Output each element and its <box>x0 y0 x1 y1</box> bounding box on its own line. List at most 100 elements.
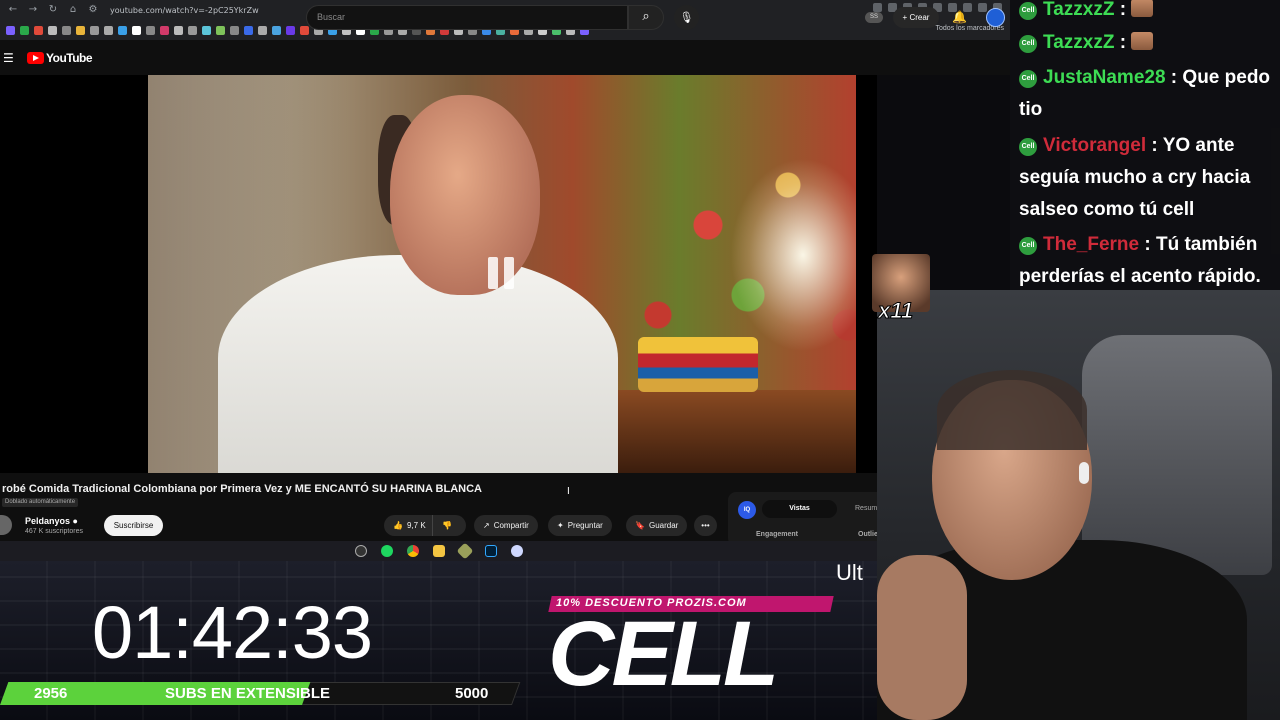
chat-message: Cell TazzxzZ : <box>1019 0 1275 26</box>
chat-username[interactable]: The_Ferne <box>1043 234 1139 255</box>
youtube-play-icon <box>27 52 44 64</box>
photoshop-icon[interactable] <box>484 545 497 557</box>
share-button[interactable]: ↗ Compartir <box>474 515 538 536</box>
bookmark-icon[interactable] <box>258 25 267 35</box>
engagement-label: Engagement <box>756 531 799 538</box>
reload-icon[interactable]: ↻ <box>46 3 60 17</box>
bookmark-icon[interactable] <box>272 25 281 35</box>
chat-username[interactable]: TazzxzZ <box>1043 0 1114 20</box>
chat-message: Cell TazzxzZ : <box>1019 27 1275 59</box>
app-icon[interactable] <box>456 542 473 560</box>
webcam-feed <box>877 290 1280 720</box>
bookmark-icon[interactable] <box>188 25 197 35</box>
site-info-icon[interactable]: ⚙ <box>86 3 100 17</box>
chat-badge-icon: Cell <box>1019 2 1037 20</box>
overlay-ult-text: Ult <box>836 560 863 585</box>
subscribe-button[interactable]: Suscribirse <box>104 515 163 536</box>
download-icon[interactable] <box>978 3 987 12</box>
stream-timer: 01:42:33 <box>92 591 373 674</box>
bookmark-icon[interactable] <box>104 25 113 35</box>
create-button[interactable]: + Crear <box>893 7 939 28</box>
home-icon[interactable]: ⌂ <box>66 3 80 17</box>
bookmark-icon[interactable] <box>244 25 253 35</box>
brand-logo: CELL <box>548 603 779 705</box>
save-button[interactable]: 🔖 Guardar <box>626 515 688 536</box>
bookmark-icon[interactable] <box>300 25 309 35</box>
streamer-hair <box>937 370 1087 450</box>
dislike-button[interactable]: 👎 <box>432 515 466 536</box>
iq-badge[interactable]: IQ <box>738 501 756 519</box>
create-label: Crear <box>909 13 930 22</box>
chat-separator: : <box>1139 234 1156 255</box>
youtube-header: ☰ YouTube <box>0 40 1010 75</box>
bookmark-icon[interactable] <box>118 25 127 35</box>
youtube-logo[interactable]: YouTube <box>27 51 93 65</box>
subs-current: 2956 <box>34 685 68 702</box>
bookmark-icon[interactable] <box>20 25 29 35</box>
bookmark-icon[interactable] <box>90 25 99 35</box>
video-toy-bus <box>638 337 758 392</box>
chat-badge-icon: Cell <box>1019 35 1037 53</box>
bookmark-icon: 🔖 <box>635 521 645 530</box>
search-input[interactable]: Buscar <box>306 5 628 30</box>
bookmark-icon[interactable] <box>48 25 57 35</box>
stream-layout: ← → ↻ ⌂ ⚙ youtube.com/watch?v=-2pC25YkrZ… <box>0 0 1280 720</box>
bookmark-icon[interactable] <box>174 25 183 35</box>
chat-emote-icon <box>1131 32 1154 50</box>
video-title: robé Comida Tradicional Colombiana por P… <box>2 483 482 495</box>
account-avatar[interactable] <box>986 8 1005 27</box>
chat-message: Cell The_Ferne : Tú también perderías el … <box>1019 229 1275 293</box>
bookmark-icon[interactable] <box>160 25 169 35</box>
like-button[interactable]: 👍 9,7 K <box>384 515 432 536</box>
channel-subscribers: 467 K suscriptores <box>25 528 83 535</box>
bookmark-icon[interactable] <box>216 25 225 35</box>
thumbs-down-icon: 👎 <box>442 521 452 530</box>
save-label: Guardar <box>648 521 679 530</box>
bookmark-icon[interactable] <box>230 25 239 35</box>
chat-message: Cell JustaName28 : Que pedo tio <box>1019 62 1275 126</box>
bookmark-icon[interactable] <box>34 25 43 35</box>
bookmark-icon[interactable] <box>146 25 155 35</box>
bookmark-icon[interactable] <box>62 25 71 35</box>
chat-username[interactable]: TazzxzZ <box>1043 32 1114 53</box>
pause-icon[interactable] <box>488 257 514 289</box>
address-bar[interactable]: youtube.com/watch?v=-2pC25YkrZw <box>110 6 259 15</box>
notifications-bell-icon[interactable]: 🔔 <box>952 10 967 24</box>
chat-username[interactable]: JustaName28 <box>1043 67 1166 88</box>
bookmark-icon[interactable] <box>132 25 141 35</box>
bookmark-icon[interactable] <box>286 25 295 35</box>
verified-icon: ● <box>72 516 78 526</box>
chat-message: Cell Victorangel : YO ante seguía mucho a… <box>1019 130 1275 226</box>
ask-label: Preguntar <box>567 521 603 530</box>
microphone-icon[interactable]: 🎙 <box>674 5 699 30</box>
chat-username[interactable]: Victorangel <box>1043 135 1146 156</box>
spotify-icon[interactable] <box>380 545 393 557</box>
back-icon[interactable]: ← <box>6 3 20 17</box>
obs-icon[interactable] <box>354 545 367 557</box>
bookmark-icon[interactable] <box>6 25 15 35</box>
zoom-icon[interactable] <box>873 3 882 12</box>
chat-separator: : <box>1114 0 1132 20</box>
bookmark-icon[interactable] <box>202 25 211 35</box>
gaming-chair <box>1082 335 1272 575</box>
mouse-cursor-icon: I <box>567 486 570 497</box>
channel-name-text: Peldanyos <box>25 516 71 526</box>
ss-badge[interactable]: SS <box>865 12 883 23</box>
menu-icon[interactable]: ☰ <box>3 51 14 65</box>
channel-name[interactable]: Peldanyos ● <box>25 516 78 526</box>
forward-icon[interactable]: → <box>26 3 40 17</box>
folder-icon[interactable] <box>432 545 445 557</box>
bookmark-icon[interactable] <box>76 25 85 35</box>
browser-toolbar-icons <box>873 3 1002 12</box>
outlier-label: Outlie <box>858 531 878 538</box>
chrome-icon[interactable] <box>406 545 419 557</box>
discord-icon[interactable] <box>510 545 523 557</box>
tab-views[interactable]: Vistas <box>762 500 837 518</box>
sparkle-icon: ✦ <box>557 521 564 530</box>
more-actions-icon[interactable]: ••• <box>694 515 717 536</box>
ask-button[interactable]: ✦ Preguntar <box>548 515 612 536</box>
tab-summary[interactable]: Resum <box>855 505 877 512</box>
auto-dub-chip: Doblado automáticamente <box>2 498 79 507</box>
search-icon[interactable]: ⌕ <box>628 5 664 30</box>
subs-label: SUBS EN EXTENSIBLE <box>165 685 331 702</box>
